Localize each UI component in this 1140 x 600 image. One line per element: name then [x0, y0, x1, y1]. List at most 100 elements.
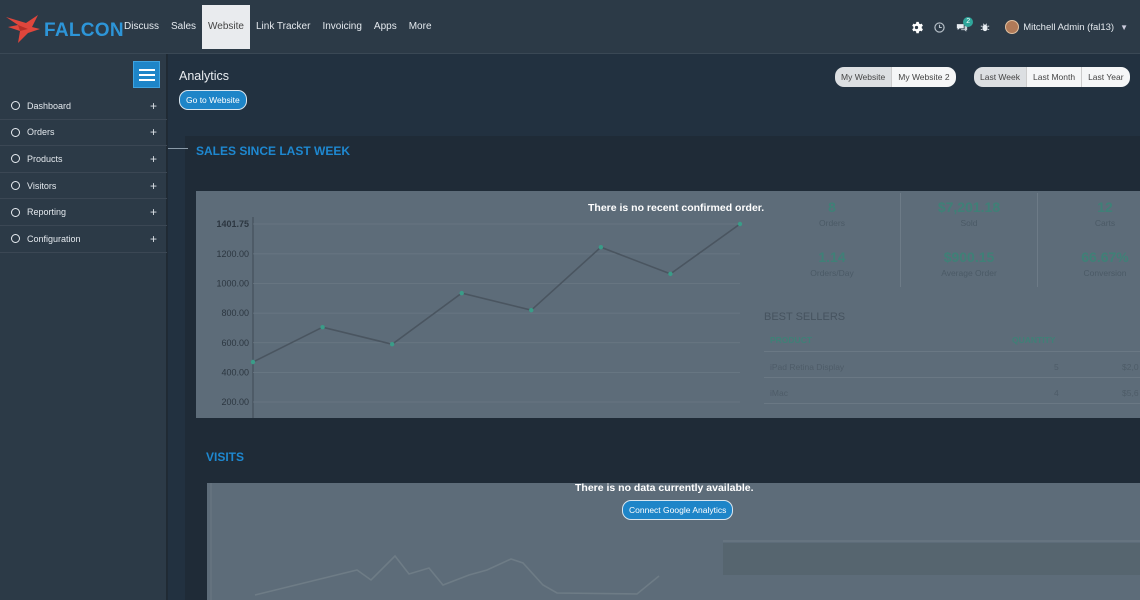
no-data-message: There is no data currently available.: [575, 483, 754, 494]
kpi-label: Orders/Day: [810, 268, 854, 278]
last-month-button[interactable]: Last Month: [1027, 67, 1083, 87]
no-orders-message: There is no recent confirmed order.: [588, 202, 765, 214]
circle-icon: [11, 234, 20, 244]
period-switcher: Last Week Last Month Last Year: [974, 67, 1130, 87]
data-point: [389, 342, 395, 347]
kpi-sold: $7,201.18 Sold: [919, 199, 1019, 228]
series-line: [252, 223, 741, 363]
falcon-logo[interactable]: FALCON: [4, 9, 124, 45]
sales-panel: 1401.75 1200.00 1000.00 800.00 600.00 400.00 2…: [196, 191, 1140, 418]
sidebar-item-label: Visitors: [27, 180, 57, 191]
kpi-orders-per-day: 1.14 Orders/Day: [792, 249, 872, 278]
clock-icon[interactable]: [928, 16, 950, 38]
sidebar-item-orders[interactable]: Orders +: [0, 120, 167, 147]
hamburger-menu-icon[interactable]: [133, 61, 160, 88]
page-title: Analytics: [179, 69, 230, 83]
menu-invoicing[interactable]: Invoicing: [316, 5, 367, 49]
sidebar-item-visitors[interactable]: Visitors +: [0, 173, 167, 200]
sidebar-item-label: Orders: [27, 127, 55, 138]
kpi-conversion: 66.67% Conversion: [1065, 249, 1140, 278]
divider: [764, 377, 1140, 378]
circle-icon: [11, 154, 20, 164]
kpi-label: Sold: [960, 218, 978, 228]
last-year-button[interactable]: Last Year: [1082, 67, 1130, 87]
go-to-website-button[interactable]: Go to Website: [179, 90, 247, 110]
kpi-value: $900.15: [943, 249, 995, 265]
kpi-value: 12: [1097, 199, 1113, 215]
divider: [764, 351, 1140, 352]
sidebar-item-label: Products: [27, 153, 63, 164]
y-tick-label: 1000.00: [216, 279, 249, 289]
data-point: [668, 271, 673, 277]
plus-icon[interactable]: +: [150, 125, 157, 139]
gear-icon[interactable]: [905, 16, 927, 38]
kpi-label: Carts: [1094, 218, 1116, 228]
data-point: [737, 221, 743, 227]
plus-icon[interactable]: +: [150, 152, 157, 166]
kpi-value: 8: [828, 199, 836, 215]
data-point: [250, 359, 256, 365]
menu-apps[interactable]: Apps: [368, 5, 403, 49]
y-tick-label: 400.00: [221, 367, 249, 377]
sidebar-item-label: Dashboard: [27, 100, 72, 111]
messages-badge: 2: [963, 17, 974, 27]
best-sellers-product-header: PRODUCT: [770, 335, 813, 345]
kpi-carts: 12 Carts: [1065, 199, 1140, 228]
best-seller-amount: $5,6: [1122, 388, 1139, 398]
y-tick-label: 800.00: [221, 308, 249, 318]
kpi-divider: [1037, 193, 1038, 287]
my-website-2-button[interactable]: My Website 2: [892, 67, 956, 87]
caret-down-icon[interactable]: ▼: [1120, 23, 1128, 32]
app-sidebar: Dashboard + Orders + Products + Visitors…: [0, 54, 167, 600]
y-tick-label: 200.00: [221, 397, 249, 407]
data-point: [459, 290, 464, 296]
kpi-value: 1.14: [818, 249, 846, 265]
sidebar-item-reporting[interactable]: Reporting +: [0, 199, 167, 226]
circle-icon: [11, 101, 20, 111]
data-point: [529, 307, 534, 313]
circle-icon: [11, 181, 20, 191]
connect-google-analytics-button[interactable]: Connect Google Analytics: [622, 500, 734, 520]
best-sellers-quantity-header: QUANTITY: [1012, 335, 1056, 345]
bug-icon[interactable]: [974, 16, 996, 38]
menu-website[interactable]: Website: [202, 5, 250, 49]
plus-icon[interactable]: +: [150, 205, 157, 219]
plus-icon[interactable]: +: [150, 179, 157, 193]
y-tick-label: 1200.00: [216, 249, 249, 259]
dashboard-content: SALES SINCE LAST WEEK 1401.75 1200.00 1000…: [168, 136, 1140, 600]
kpi-label: Average Order: [941, 268, 997, 278]
systray: 2 Mitchell Admin (fal13) ▼: [905, 0, 1140, 54]
plus-icon[interactable]: +: [150, 99, 157, 113]
menu-discuss[interactable]: Discuss: [118, 5, 165, 49]
kpi-divider: [900, 193, 901, 287]
logo-text: FALCON: [44, 20, 124, 41]
y-tick-label: 600.00: [221, 338, 249, 348]
last-week-button[interactable]: Last Week: [974, 67, 1028, 87]
y-tick-label: 1401.75: [216, 219, 249, 229]
sidebar-item-label: Reporting: [27, 207, 67, 218]
plus-icon[interactable]: +: [150, 232, 157, 246]
sales-line-chart: 1401.75 1200.00 1000.00 800.00 600.00 400.00 2…: [216, 217, 743, 418]
circle-icon: [11, 207, 20, 217]
sidebar-item-label: Configuration: [27, 233, 81, 244]
my-website-button[interactable]: My Website: [835, 67, 893, 87]
divider: [168, 148, 188, 149]
circle-icon: [11, 127, 20, 137]
chat-icon[interactable]: 2: [951, 16, 974, 38]
sidebar-item-configuration[interactable]: Configuration +: [0, 226, 167, 253]
menu-more[interactable]: More: [403, 5, 438, 49]
visits-panel: There is no data currently available. Co…: [207, 483, 1140, 600]
menu-link-tracker[interactable]: Link Tracker: [250, 5, 316, 49]
visits-heading: VISITS: [206, 450, 245, 464]
main-content: Analytics Go to Website My Website My We…: [168, 54, 1140, 600]
divider: [764, 403, 1140, 404]
best-seller-product: iPad Retina Display: [770, 362, 845, 372]
kpi-value: 66.67%: [1081, 249, 1129, 265]
sidebar-item-products[interactable]: Products +: [0, 146, 167, 173]
best-sellers-title: BEST SELLERS: [764, 311, 846, 323]
sidebar-item-dashboard[interactable]: Dashboard +: [0, 93, 167, 120]
user-avatar[interactable]: [1005, 20, 1020, 34]
user-menu-name[interactable]: Mitchell Admin (fal13): [1023, 22, 1114, 33]
best-seller-quantity: 4: [1054, 388, 1059, 398]
menu-sales[interactable]: Sales: [165, 5, 202, 49]
